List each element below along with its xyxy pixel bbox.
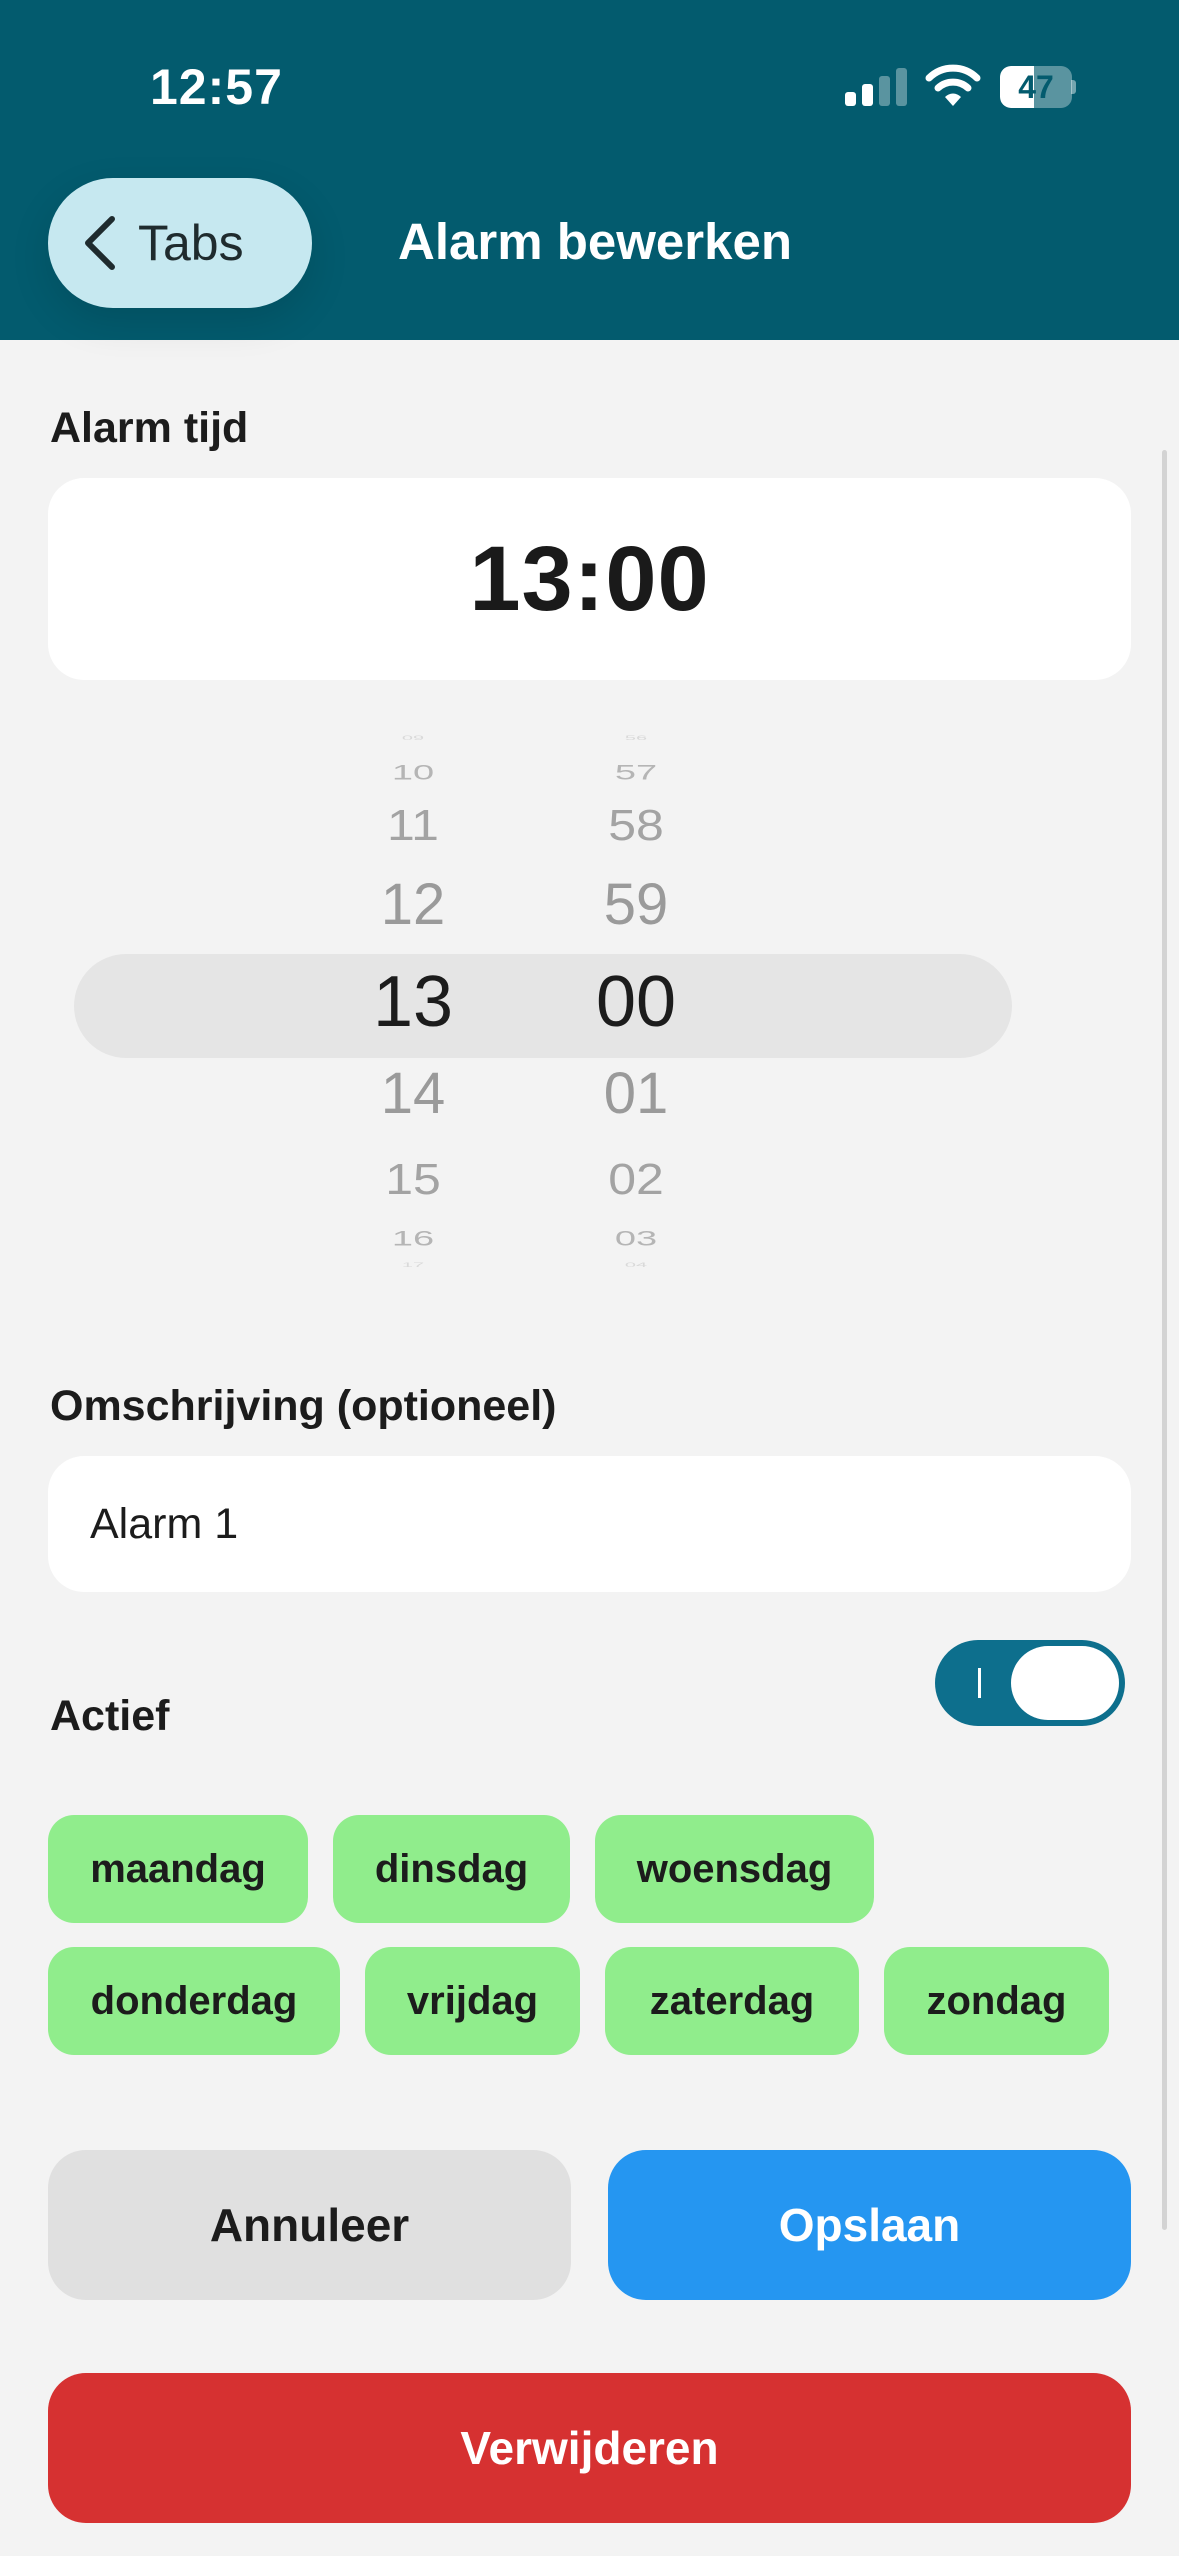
minute-option[interactable]: 03 — [526, 1229, 746, 1250]
battery-icon: 47 — [1000, 66, 1076, 108]
minute-option[interactable]: 58 — [526, 803, 746, 847]
chevron-left-icon — [85, 216, 115, 270]
hour-option[interactable]: 15 — [303, 1157, 523, 1201]
alarm-time-label: Alarm tijd — [50, 404, 249, 452]
description-input[interactable]: Alarm 1 — [48, 1456, 1131, 1592]
hour-wheel[interactable]: 09 10 11 12 13 14 15 16 17 — [303, 730, 523, 1270]
cellular-signal-icon — [845, 66, 907, 106]
description-label: Omschrijving (optioneel) — [50, 1382, 557, 1430]
alarm-time-display: 13:00 — [48, 478, 1131, 680]
scrollbar[interactable] — [1162, 450, 1167, 2230]
day-chip-zondag[interactable]: zondag — [884, 1947, 1109, 2055]
delete-button[interactable]: Verwijderen — [48, 2373, 1131, 2523]
minute-option[interactable]: 04 — [526, 1262, 746, 1268]
hour-option[interactable]: 12 — [303, 876, 523, 934]
day-chip-dinsdag[interactable]: dinsdag — [333, 1815, 570, 1923]
status-bar-time: 12:57 — [150, 59, 283, 115]
minute-option[interactable]: 01 — [526, 1065, 746, 1123]
back-button[interactable]: Tabs — [48, 178, 312, 308]
back-button-label: Tabs — [138, 215, 244, 271]
battery-level: 47 — [1018, 69, 1054, 105]
hour-option[interactable]: 10 — [303, 763, 523, 784]
minute-selected[interactable]: 00 — [526, 966, 746, 1038]
day-chip-vrijdag[interactable]: vrijdag — [365, 1947, 580, 2055]
day-chip-woensdag[interactable]: woensdag — [595, 1815, 874, 1923]
active-label: Actief — [50, 1692, 170, 1740]
cancel-button[interactable]: Annuleer — [48, 2150, 571, 2300]
time-picker: 09 10 11 12 13 14 15 16 17 56 57 58 59 00 01 02 03 04 — [0, 730, 1179, 1270]
hour-option[interactable]: 11 — [303, 803, 523, 847]
minute-wheel[interactable]: 56 57 58 59 00 01 02 03 04 — [526, 730, 746, 1270]
toggle-knob — [1011, 1646, 1119, 1720]
hour-option[interactable]: 16 — [303, 1229, 523, 1250]
header-bar: 12:57 47 Tabs Alarm bewerken — [0, 0, 1179, 340]
day-chip-zaterdag[interactable]: zaterdag — [605, 1947, 859, 2055]
minute-option[interactable]: 56 — [526, 735, 746, 741]
day-chip-donderdag[interactable]: donderdag — [48, 1947, 340, 2055]
minute-option[interactable]: 02 — [526, 1157, 746, 1201]
description-value: Alarm 1 — [90, 1499, 239, 1548]
save-button[interactable]: Opslaan — [608, 2150, 1131, 2300]
page-title: Alarm bewerken — [398, 213, 793, 270]
hour-option[interactable]: 17 — [303, 1262, 523, 1268]
hour-option[interactable]: 09 — [303, 735, 523, 741]
active-toggle[interactable] — [935, 1640, 1125, 1726]
minute-option[interactable]: 57 — [526, 763, 746, 784]
wifi-icon — [925, 64, 981, 106]
day-chip-maandag[interactable]: maandag — [48, 1815, 308, 1923]
hour-selected[interactable]: 13 — [303, 966, 523, 1038]
minute-option[interactable]: 59 — [526, 876, 746, 934]
hour-option[interactable]: 14 — [303, 1065, 523, 1123]
alarm-time-value: 13:00 — [469, 527, 710, 630]
